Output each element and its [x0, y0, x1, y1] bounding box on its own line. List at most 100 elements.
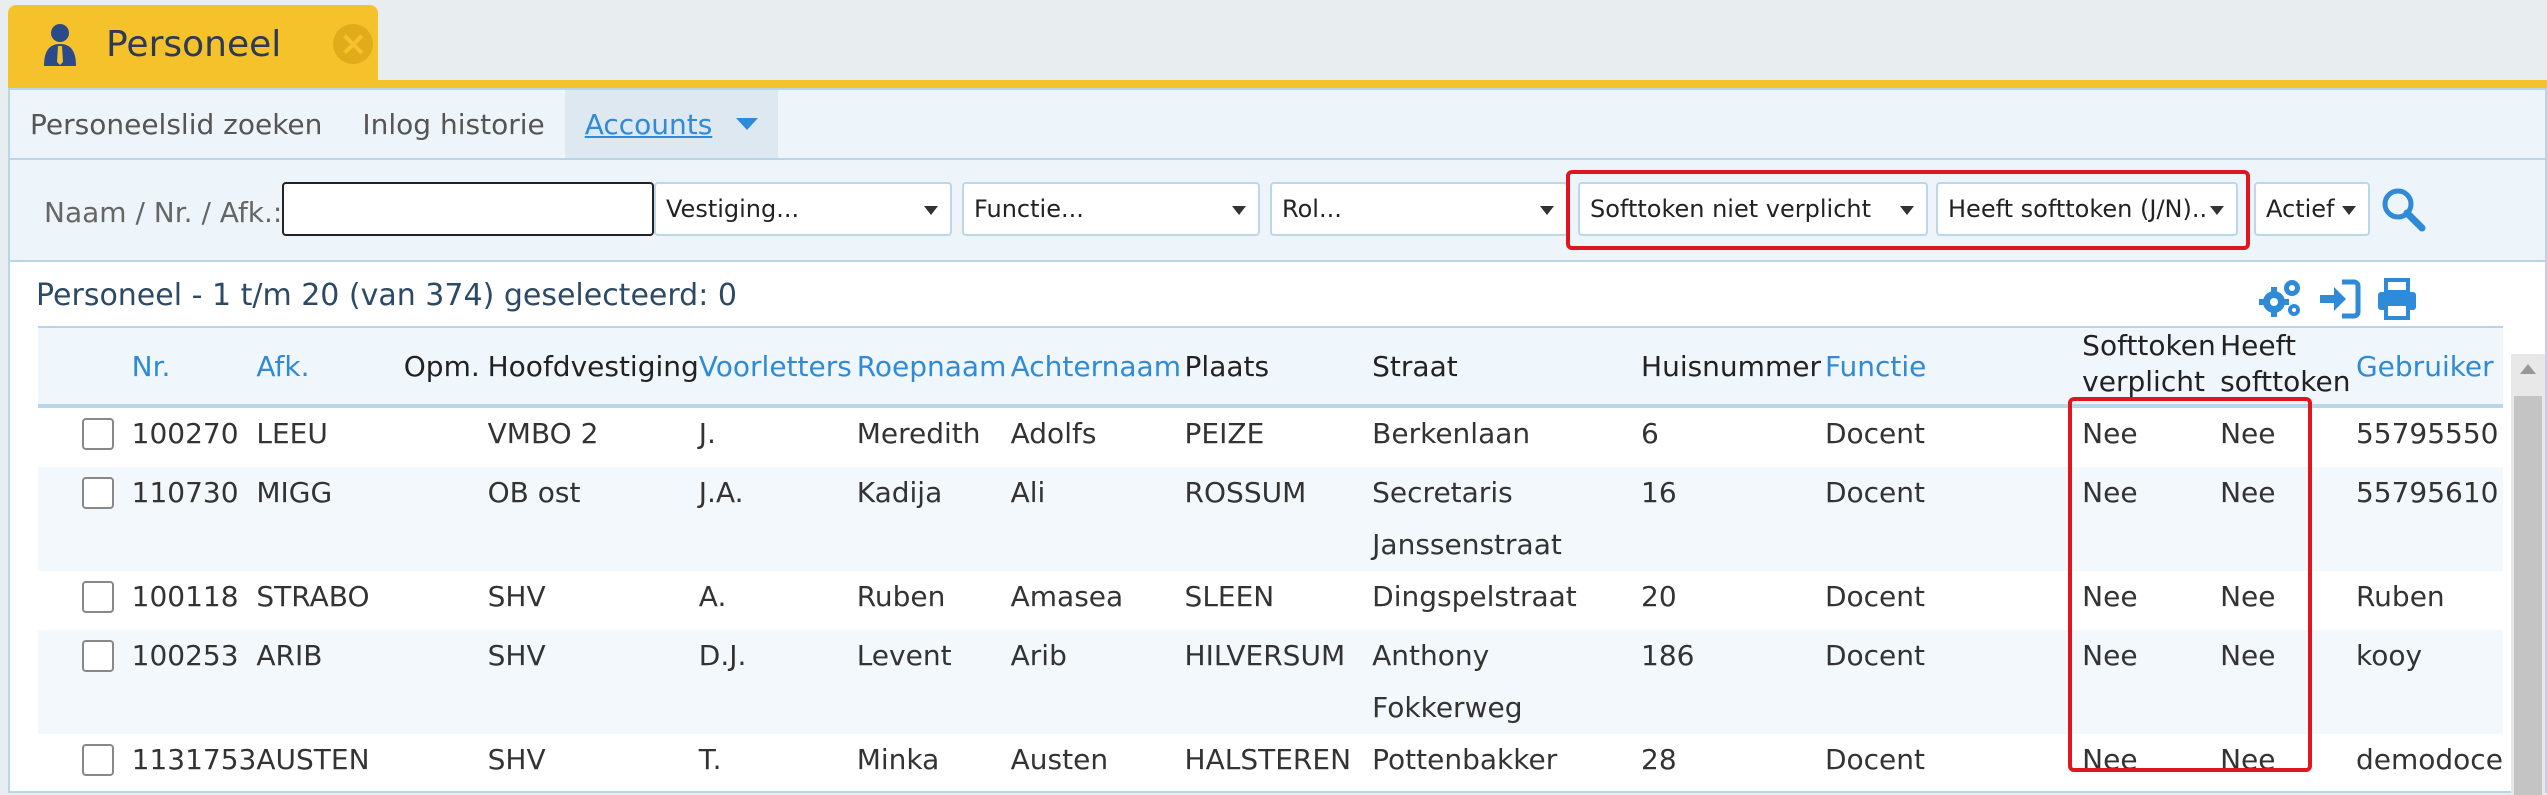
cell-voorletters: J.A. — [698, 476, 744, 509]
cell-functie: Docent — [1824, 639, 1925, 672]
select-column-header — [38, 327, 132, 406]
cell-voorletters: D.J. — [698, 639, 747, 672]
select-cell — [38, 467, 132, 571]
cell-achternaam: Arib — [1010, 639, 1067, 672]
subnav-item-inlog-historie[interactable]: Inlog historie — [342, 90, 564, 158]
cell-huisnummer: 16 — [1641, 476, 1677, 509]
select-cell — [38, 571, 132, 630]
cell-gebruiker: 55795610 — [2355, 476, 2499, 509]
cell-opm — [404, 467, 488, 571]
column-header-opm: Opm. — [403, 349, 480, 383]
person-icon — [30, 14, 90, 74]
chevron-down-icon — [1232, 206, 1246, 215]
cell-hoofdvestiging: SHV — [487, 580, 546, 613]
cell-opm — [404, 406, 488, 467]
search-input[interactable] — [282, 182, 654, 236]
app-tab-title: Personeel — [106, 23, 282, 65]
cell-straat: Secretaris Janssenstraat — [1372, 476, 1562, 561]
column-header-voorletters[interactable]: Voorletters — [699, 327, 857, 406]
column-header-gebruiker[interactable]: Gebruiker — [2356, 327, 2503, 406]
row-checkbox[interactable] — [82, 640, 114, 672]
cell-hoofdvestiging: SHV — [487, 743, 546, 776]
scroll-up-icon[interactable] — [2520, 364, 2536, 374]
cell-plaats: SLEEN — [1184, 580, 1275, 613]
cell-plaats: HALSTEREN — [1184, 743, 1352, 776]
cell-gebruiker: kooy — [2355, 639, 2423, 672]
row-checkbox[interactable] — [82, 581, 114, 613]
cell-functie: Docent — [1824, 417, 1925, 450]
cell-voorletters: T. — [698, 743, 722, 776]
subnav-item-accounts[interactable]: Accounts — [564, 90, 779, 158]
cell-straat: Anthony Fokkerweg — [1372, 639, 1523, 724]
cell-roepnaam: Levent — [856, 639, 952, 672]
cell-afk: STRABO — [256, 580, 370, 613]
cell-afk: MIGG — [256, 476, 333, 509]
subnav: Personeelslid zoeken Inlog historie Acco… — [10, 90, 2545, 160]
vertical-scrollbar[interactable] — [2511, 354, 2545, 795]
cell-nr: 100118 — [131, 580, 239, 613]
column-header-straat: Straat — [1372, 349, 1458, 383]
filter-bar: Naam / Nr. / Afk.: Vestiging... Functie.… — [10, 160, 2545, 262]
cell-functie: Docent — [1824, 743, 1925, 776]
select-cell — [38, 630, 132, 734]
cell-gebruiker: demodoce — [2355, 743, 2503, 776]
cell-huisnummer: 28 — [1641, 743, 1677, 776]
scrollbar-thumb[interactable] — [2514, 396, 2542, 795]
cell-roepnaam: Meredith — [856, 417, 981, 450]
cell-voorletters: J. — [698, 417, 716, 450]
cell-achternaam: Austen — [1010, 743, 1109, 776]
cell-opm — [404, 630, 488, 734]
cell-hoofdvestiging: VMBO 2 — [487, 417, 599, 450]
chevron-down-icon[interactable] — [736, 118, 759, 130]
column-header-huisnummer: Huisnummer — [1641, 349, 1821, 383]
functie-select[interactable]: Functie... — [962, 182, 1260, 236]
column-header-roepnaam[interactable]: Roepnaam — [857, 327, 1011, 406]
settings-icon[interactable] — [2258, 276, 2304, 322]
cell-achternaam: Adolfs — [1010, 417, 1097, 450]
column-header-softtoken-verplicht: Softtoken verplicht — [2082, 329, 2216, 398]
cell-functie: Docent — [1824, 580, 1925, 613]
close-icon[interactable]: × — [333, 24, 374, 64]
subnav-item-personeelslid-zoeken[interactable]: Personeelslid zoeken — [10, 90, 342, 158]
select-cell — [38, 406, 132, 467]
column-header-achternaam[interactable]: Achternaam — [1011, 327, 1185, 406]
cell-hoofdvestiging: SHV — [487, 639, 546, 672]
cell-roepnaam: Ruben — [856, 580, 946, 613]
cell-plaats: ROSSUM — [1184, 476, 1307, 509]
column-header-functie[interactable]: Functie — [1825, 327, 2082, 406]
app-tab-personeel[interactable]: Personeel × — [8, 5, 378, 83]
cell-roepnaam: Kadija — [856, 476, 943, 509]
column-header-afk[interactable]: Afk. — [256, 327, 403, 406]
subnav-label: Accounts — [584, 107, 713, 141]
column-header-nr[interactable]: Nr. — [132, 327, 257, 406]
column-header-plaats: Plaats — [1184, 349, 1270, 383]
cell-afk: LEEU — [256, 417, 328, 450]
cell-achternaam: Ali — [1010, 476, 1046, 509]
row-checkbox[interactable] — [82, 744, 114, 776]
cell-afk: AUSTEN — [256, 743, 370, 776]
row-checkbox[interactable] — [82, 477, 114, 509]
rol-select[interactable]: Rol... — [1270, 182, 1568, 236]
cell-huisnummer: 20 — [1641, 580, 1677, 613]
vestiging-value: Vestiging... — [666, 195, 800, 223]
search-label: Naam / Nr. / Afk.: — [44, 196, 283, 229]
cell-huisnummer: 6 — [1641, 417, 1659, 450]
print-icon[interactable] — [2374, 276, 2420, 322]
table-header-row: Nr. Afk. Opm. Hoofdvestiging Voorletters… — [38, 327, 2503, 406]
row-checkbox[interactable] — [82, 418, 114, 450]
search-icon[interactable] — [2378, 184, 2428, 234]
status-select[interactable]: Actief — [2254, 182, 2370, 236]
tab-underline — [8, 80, 2547, 88]
cell-opm — [404, 571, 488, 630]
cell-afk: ARIB — [256, 639, 323, 672]
list-title: Personeel - 1 t/m 20 (van 374) geselecte… — [36, 278, 737, 313]
chevron-down-icon — [2342, 206, 2356, 215]
cell-opm — [404, 734, 488, 793]
cell-gebruiker: 55795550 — [2355, 417, 2499, 450]
cell-nr: 100270 — [131, 417, 239, 450]
cell-straat: Dingspelstraat — [1372, 580, 1577, 613]
rol-value: Rol... — [1282, 195, 1342, 223]
cell-functie: Docent — [1824, 476, 1925, 509]
sign-in-icon[interactable] — [2316, 276, 2362, 322]
vestiging-select[interactable]: Vestiging... — [654, 182, 952, 236]
